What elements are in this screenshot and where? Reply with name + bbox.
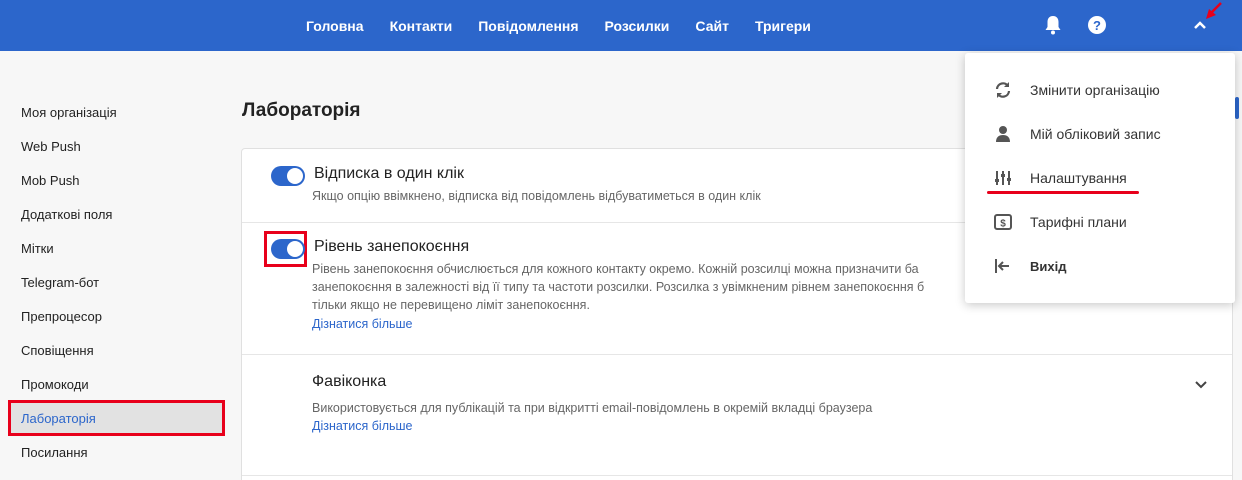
menu-item-label: Вихід: [1030, 258, 1067, 274]
menu-item-label: Налаштування: [1030, 170, 1127, 186]
user-icon: [993, 124, 1013, 144]
menu-item-logout[interactable]: Вихід: [965, 244, 1235, 288]
logout-icon: [993, 256, 1013, 276]
page-title: Лабораторія: [242, 100, 361, 121]
menu-item-label: Тарифні плани: [1030, 214, 1127, 230]
sidebar-item-links[interactable]: Посилання: [8, 434, 225, 470]
nav-contacts[interactable]: Контакти: [390, 18, 453, 34]
refresh-icon: [993, 80, 1013, 100]
sidebar-item-tags[interactable]: Мітки: [8, 230, 225, 266]
nav-site[interactable]: Сайт: [695, 18, 729, 34]
sidebar-item-promocodes[interactable]: Промокоди: [8, 366, 225, 402]
sidebar-item-custom-fields[interactable]: Додаткові поля: [8, 196, 225, 232]
nav-triggers[interactable]: Тригери: [755, 18, 811, 34]
main-nav: Головна Контакти Повідомлення Розсилки С…: [293, 0, 824, 51]
sidebar-item-mob-push[interactable]: Mob Push: [8, 162, 225, 198]
one-click-unsubscribe-toggle[interactable]: [271, 166, 305, 186]
learn-more-link-favicon[interactable]: Дізнатися більше: [312, 419, 412, 433]
menu-item-my-account[interactable]: Мій обліковий запис: [965, 112, 1235, 156]
nav-home[interactable]: Головна: [306, 18, 364, 34]
nav-messages[interactable]: Повідомлення: [478, 18, 578, 34]
sidebar-item-web-push[interactable]: Web Push: [8, 128, 225, 164]
sidebar-item-my-organization[interactable]: Моя організація: [8, 94, 225, 130]
setting-title-anxiety-level: Рівень занепокоєння: [314, 238, 470, 255]
anxiety-level-toggle[interactable]: [271, 239, 305, 259]
svg-text:$: $: [1000, 219, 1006, 230]
sidebar-item-laboratory[interactable]: Лабораторія: [8, 400, 225, 436]
account-dropdown-menu: Змінити організацію Мій обліковий запис …: [965, 53, 1235, 303]
nav-campaigns[interactable]: Розсилки: [605, 18, 670, 34]
menu-item-pricing-plans[interactable]: $ Тарифні плани: [965, 200, 1235, 244]
top-navigation-bar: Головна Контакти Повідомлення Розсилки С…: [0, 0, 1242, 51]
pricing-icon: $: [993, 212, 1013, 232]
setting-title-one-click-unsubscribe: Відписка в один клік: [314, 165, 464, 182]
learn-more-link-anxiety[interactable]: Дізнатися більше: [312, 317, 412, 331]
annotation-underline: [987, 191, 1139, 194]
setting-desc-one-click-unsubscribe: Якщо опцію ввімкнено, відписка від повід…: [312, 189, 761, 203]
setting-title-favicon: Фавіконка: [312, 373, 387, 390]
setting-desc-anxiety-line-1: Рівень занепокоєння обчислюється для кож…: [312, 262, 919, 276]
sidebar-item-preprocessor[interactable]: Препроцесор: [8, 298, 225, 334]
menu-item-label: Змінити організацію: [1030, 82, 1160, 98]
sliders-icon: [993, 168, 1013, 188]
setting-desc-favicon: Використовується для публікацій та при в…: [312, 401, 873, 415]
chevron-down-icon[interactable]: [1194, 377, 1208, 395]
menu-item-label: Мій обліковий запис: [1030, 126, 1161, 142]
partially-hidden-button[interactable]: [1235, 97, 1239, 119]
setting-desc-anxiety-line-3: тільки якщо не перевищено ліміт занепоко…: [312, 298, 590, 312]
divider: [242, 354, 1232, 355]
sidebar-item-notifications[interactable]: Сповіщення: [8, 332, 225, 368]
annotation-arrow-icon: [1206, 2, 1222, 19]
sidebar-item-telegram-bot[interactable]: Telegram-бот: [8, 264, 225, 300]
setting-desc-anxiety-line-2: занепокоєння в залежності від її типу та…: [312, 280, 925, 294]
help-glyph: ?: [1088, 16, 1106, 34]
bell-icon[interactable]: [1042, 14, 1064, 36]
help-icon[interactable]: ?: [1086, 14, 1108, 36]
divider: [242, 475, 1232, 476]
menu-item-change-organization[interactable]: Змінити організацію: [965, 68, 1235, 112]
